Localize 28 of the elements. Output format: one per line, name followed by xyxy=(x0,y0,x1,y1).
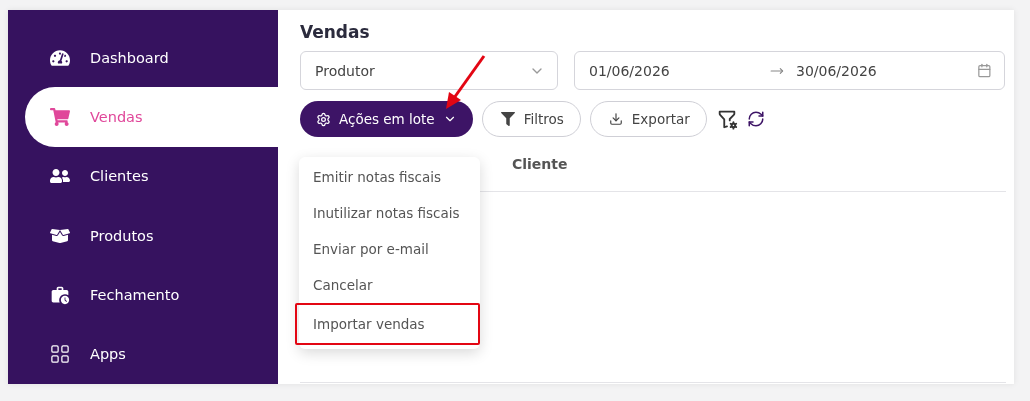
select-field[interactable]: Produtor xyxy=(300,51,558,90)
calendar-icon xyxy=(977,63,992,78)
cart-icon xyxy=(50,107,70,127)
menu-item[interactable]: Inutilizar notas fiscais xyxy=(299,195,480,231)
grid-icon xyxy=(50,344,70,365)
sidebar-item[interactable]: Dashboard xyxy=(8,28,278,88)
menu-item[interactable]: Cancelar xyxy=(299,267,480,303)
menu-item[interactable]: Importar vendas xyxy=(295,303,480,345)
annotation-arrow xyxy=(446,55,486,109)
page-title: Vendas xyxy=(300,22,371,42)
gear-icon xyxy=(316,111,331,127)
sidebar-item[interactable]: Clientes xyxy=(8,146,278,206)
sidebar-item[interactable]: Apps xyxy=(8,324,278,384)
filter-button[interactable]: Filtros xyxy=(481,101,581,137)
bulk-actions-button[interactable]: Ações em lote xyxy=(300,101,473,137)
download-icon xyxy=(608,112,623,126)
export-button[interactable]: Exportar xyxy=(589,101,707,137)
menu-item[interactable]: Enviar por e-mail xyxy=(299,231,480,267)
briefcase-clock-icon xyxy=(50,284,70,305)
refresh-button[interactable] xyxy=(746,110,765,128)
date-range-field[interactable]: 01/06/2026 30/06/2026 xyxy=(574,51,1005,90)
menu-item[interactable]: Emitir notas fiscais xyxy=(299,159,480,195)
sidebar-item[interactable]: Fechamento xyxy=(8,265,278,325)
sidebar-item[interactable]: Produtos xyxy=(8,206,278,266)
gauge-icon xyxy=(50,47,70,68)
filter-icon xyxy=(500,112,515,126)
sidebar-item[interactable]: Vendas xyxy=(25,87,278,147)
column-header: Cliente xyxy=(512,156,568,172)
